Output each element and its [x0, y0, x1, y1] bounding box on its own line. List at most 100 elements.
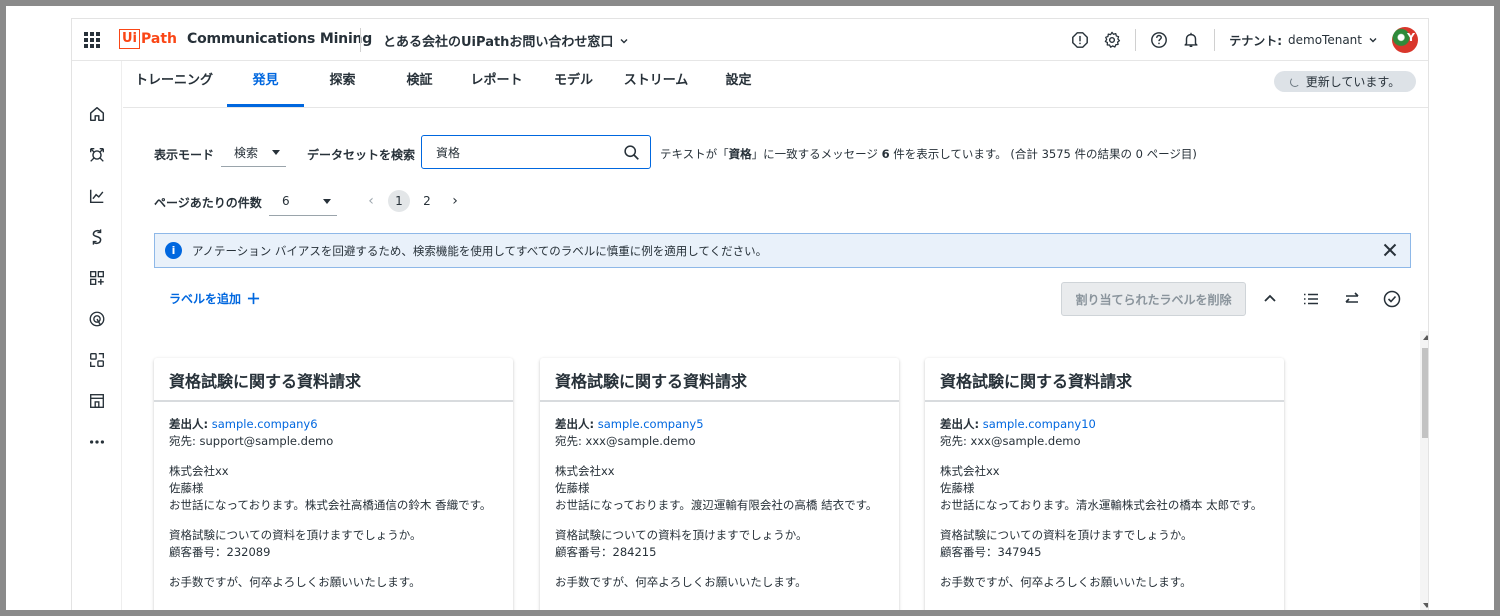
home-icon[interactable] [88, 105, 106, 123]
caret-down-icon [272, 150, 280, 155]
status-badge: 更新しています。 [1274, 71, 1416, 92]
sync-icon[interactable] [88, 228, 106, 246]
header-separator-2 [1214, 29, 1216, 51]
result-count: 6 [881, 147, 890, 161]
card-sender: 差出人: sample.company6 [169, 416, 498, 433]
card-body: 差出人: sample.company5 宛先: xxx@sample.demo… [540, 402, 899, 591]
sender-link[interactable]: sample.company6 [212, 417, 318, 431]
card-title: 資格試験に関する資料請求 [540, 358, 899, 402]
tab-discover[interactable]: 発見 [227, 61, 304, 107]
result-suffix: 件を表示しています。 (合計 3575 件の結果の 0 ページ目) [893, 147, 1197, 161]
close-icon[interactable] [1382, 242, 1398, 258]
discover-icon[interactable] [88, 146, 106, 164]
search-field[interactable] [421, 135, 651, 169]
avatar[interactable]: Y [1392, 27, 1418, 53]
card-line: 株式会社xx [169, 464, 229, 478]
analytics-icon[interactable] [88, 187, 106, 205]
scroll-up-arrow-icon[interactable] [1423, 335, 1428, 340]
tenant-value: demoTenant [1288, 33, 1362, 47]
tab-validation[interactable]: 検証 [381, 61, 458, 107]
help-icon[interactable] [1150, 31, 1168, 49]
tab-settings[interactable]: 設定 [700, 61, 777, 107]
sender-link[interactable]: sample.company5 [598, 417, 704, 431]
add-label-button[interactable]: ラベルを追加 [169, 290, 260, 307]
info-icon: i [165, 242, 182, 259]
card-body: 差出人: sample.company6 宛先: support@sample.… [154, 402, 513, 591]
sender-label: 差出人: [940, 417, 980, 431]
project-name: とある会社のUiPathお問い合わせ窓口 [383, 35, 614, 50]
logo-ui-text: Ui [119, 29, 141, 49]
window-frame: Ui Path Communications Mining とある会社のUiPa… [6, 6, 1494, 610]
pagination: ‹ 1 2 › [360, 190, 466, 212]
chevron-up-icon[interactable] [1261, 290, 1279, 308]
building-icon[interactable] [88, 392, 106, 410]
result-term: 資格 [728, 147, 752, 161]
sender-link[interactable]: sample.company10 [983, 417, 1096, 431]
mode-select[interactable]: 検索 [221, 139, 286, 167]
result-summary: テキストが「資格」に一致するメッセージ 6 件を表示しています。 (合計 357… [660, 146, 1197, 162]
remove-assigned-labels-button[interactable]: 割り当てられたラベルを削除 [1061, 282, 1246, 316]
card-line: 資格試験についての資料を頂けますでしょうか。 [169, 528, 422, 542]
check-circle-icon[interactable] [1383, 290, 1401, 308]
tab-models[interactable]: モデル [535, 61, 612, 107]
scroll-down-arrow-icon[interactable] [1423, 603, 1428, 608]
message-card[interactable]: 資格試験に関する資料請求 差出人: sample.company10 宛先: x… [925, 358, 1284, 610]
card-line: お手数ですが、何卒よろしくお願いいたします。 [940, 575, 1192, 589]
tenant-selector[interactable]: テナント: demoTenant [1229, 32, 1378, 49]
card-line: お世話になっております。株式会社高橋通信の鈴木 香織です。 [169, 498, 492, 512]
gear-icon[interactable] [1103, 31, 1121, 49]
card-line: 資格試験についての資料を頂けますでしょうか。 [555, 528, 808, 542]
mode-label: 表示モード [154, 148, 215, 162]
info-banner: i アノテーション バイアスを回避するため、検索機能を使用してすべてのラベルに慎… [154, 233, 1411, 268]
logo-path-text: Path [141, 31, 178, 47]
uipath-logo: Ui Path [119, 29, 177, 49]
tenant-label: テナント: [1229, 33, 1283, 48]
avatar-letter: Y [1407, 31, 1415, 44]
card-line: 顧客番号：284215 [555, 545, 657, 559]
page-2-button[interactable]: 2 [416, 190, 438, 212]
card-line: 佐藤様 [940, 481, 975, 495]
result-prefix: テキストが「 [660, 147, 729, 161]
more-icon[interactable] [88, 433, 106, 451]
per-page-select[interactable]: 6 [269, 187, 337, 216]
scrollbar-thumb[interactable] [1422, 348, 1428, 438]
top-bar: Ui Path Communications Mining とある会社のUiPa… [72, 19, 1428, 61]
apps-grid-icon[interactable] [84, 32, 100, 48]
app-container: Ui Path Communications Mining とある会社のUiPa… [71, 18, 1429, 610]
list-view-icon[interactable] [1302, 290, 1320, 308]
message-card[interactable]: 資格試験に関する資料請求 差出人: sample.company6 宛先: su… [154, 358, 513, 610]
card-recipient: 宛先: xxx@sample.demo [555, 434, 696, 448]
card-line: 佐藤様 [169, 481, 204, 495]
tab-streams[interactable]: ストリーム [612, 61, 700, 107]
search-icon[interactable] [623, 144, 640, 161]
stream-icon[interactable] [88, 310, 106, 328]
tab-training[interactable]: トレーニング [135, 61, 213, 107]
spinner-icon [1289, 76, 1300, 87]
bell-icon[interactable] [1182, 31, 1200, 49]
card-line: 顧客番号：347945 [940, 545, 1042, 559]
card-title: 資格試験に関する資料請求 [925, 358, 1284, 402]
chevron-down-icon [1369, 38, 1377, 43]
header-actions: テナント: demoTenant Y [1071, 27, 1418, 53]
card-recipient: 宛先: support@sample.demo [169, 434, 334, 448]
tab-explore[interactable]: 探索 [304, 61, 381, 107]
widgets-icon[interactable] [88, 269, 106, 287]
project-selector[interactable]: とある会社のUiPathお問い合わせ窓口 [383, 31, 629, 50]
add-label-text: ラベルを追加 [169, 292, 242, 306]
integrations-icon[interactable] [88, 351, 106, 369]
card-title: 資格試験に関する資料請求 [154, 358, 513, 402]
page-1-button[interactable]: 1 [388, 190, 410, 212]
card-line: お手数ですが、何卒よろしくお願いいたします。 [555, 575, 807, 589]
alert-icon[interactable] [1071, 31, 1089, 49]
logo[interactable]: Ui Path Communications Mining [119, 29, 372, 49]
swap-icon[interactable] [1343, 290, 1361, 308]
next-page-button[interactable]: › [444, 190, 466, 212]
message-card[interactable]: 資格試験に関する資料請求 差出人: sample.company5 宛先: xx… [540, 358, 899, 610]
search-input[interactable] [436, 145, 606, 159]
per-page-value: 6 [282, 194, 290, 208]
card-line: 資格試験についての資料を頂けますでしょうか。 [940, 528, 1193, 542]
left-navigation [72, 61, 122, 610]
tab-reports[interactable]: レポート [458, 61, 535, 107]
prev-page-button[interactable]: ‹ [360, 190, 382, 212]
product-name: Communications Mining [187, 31, 373, 47]
